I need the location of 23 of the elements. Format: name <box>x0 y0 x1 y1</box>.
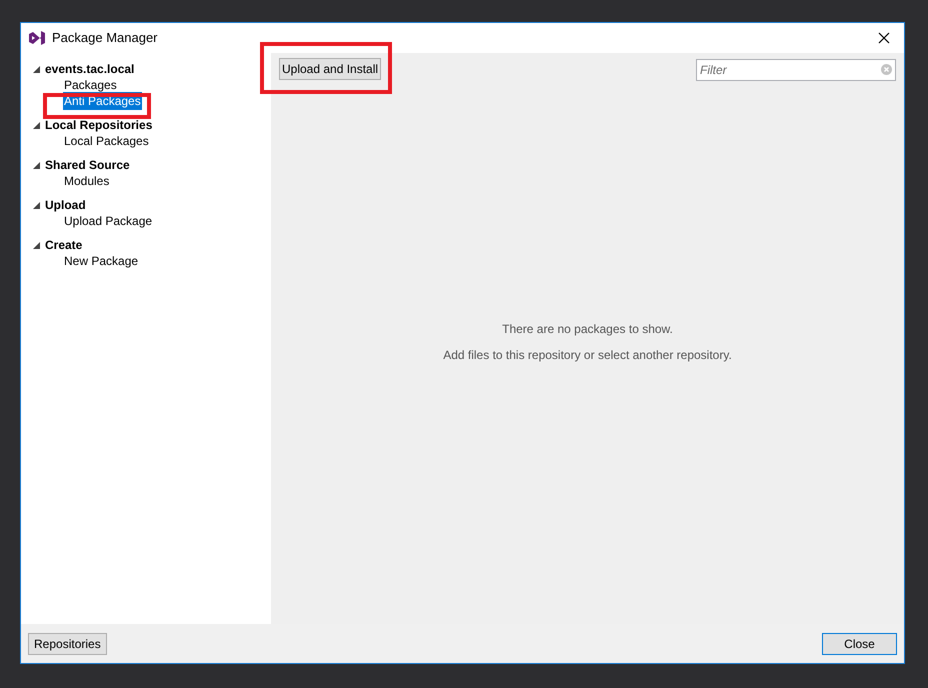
tree-group-label[interactable]: events.tac.local <box>45 60 134 78</box>
tree-item[interactable]: Modules <box>63 172 110 190</box>
expand-triangle-icon[interactable] <box>33 66 40 72</box>
close-button[interactable]: Close <box>822 632 897 654</box>
empty-hint: Add files to this repository or select another repository. <box>443 347 732 364</box>
tree-group-label[interactable]: Local Repositories <box>45 116 152 134</box>
tree-item[interactable]: Upload Package <box>63 212 154 230</box>
empty-title: There are no packages to show. <box>502 321 673 338</box>
tree-item[interactable]: Local Packages <box>63 132 150 150</box>
window-title: Package Manager <box>52 29 158 48</box>
expand-triangle-icon[interactable] <box>33 162 40 168</box>
tree-group-label[interactable]: Shared Source <box>45 156 130 174</box>
tree-item[interactable]: Packages <box>63 76 118 94</box>
tree-group-label[interactable]: Create <box>45 236 82 254</box>
repositories-button[interactable]: Repositories <box>28 632 107 654</box>
filter-field[interactable]: Filter <box>696 59 896 81</box>
expand-triangle-icon[interactable] <box>33 122 40 128</box>
app-logo-icon <box>28 30 46 46</box>
tree-group-label[interactable]: Upload <box>45 196 86 214</box>
expand-triangle-icon[interactable] <box>33 242 40 248</box>
tree-item[interactable]: New Package <box>63 252 140 270</box>
upload-install-button[interactable]: Upload and Install <box>279 58 382 80</box>
expand-triangle-icon[interactable] <box>33 202 40 208</box>
